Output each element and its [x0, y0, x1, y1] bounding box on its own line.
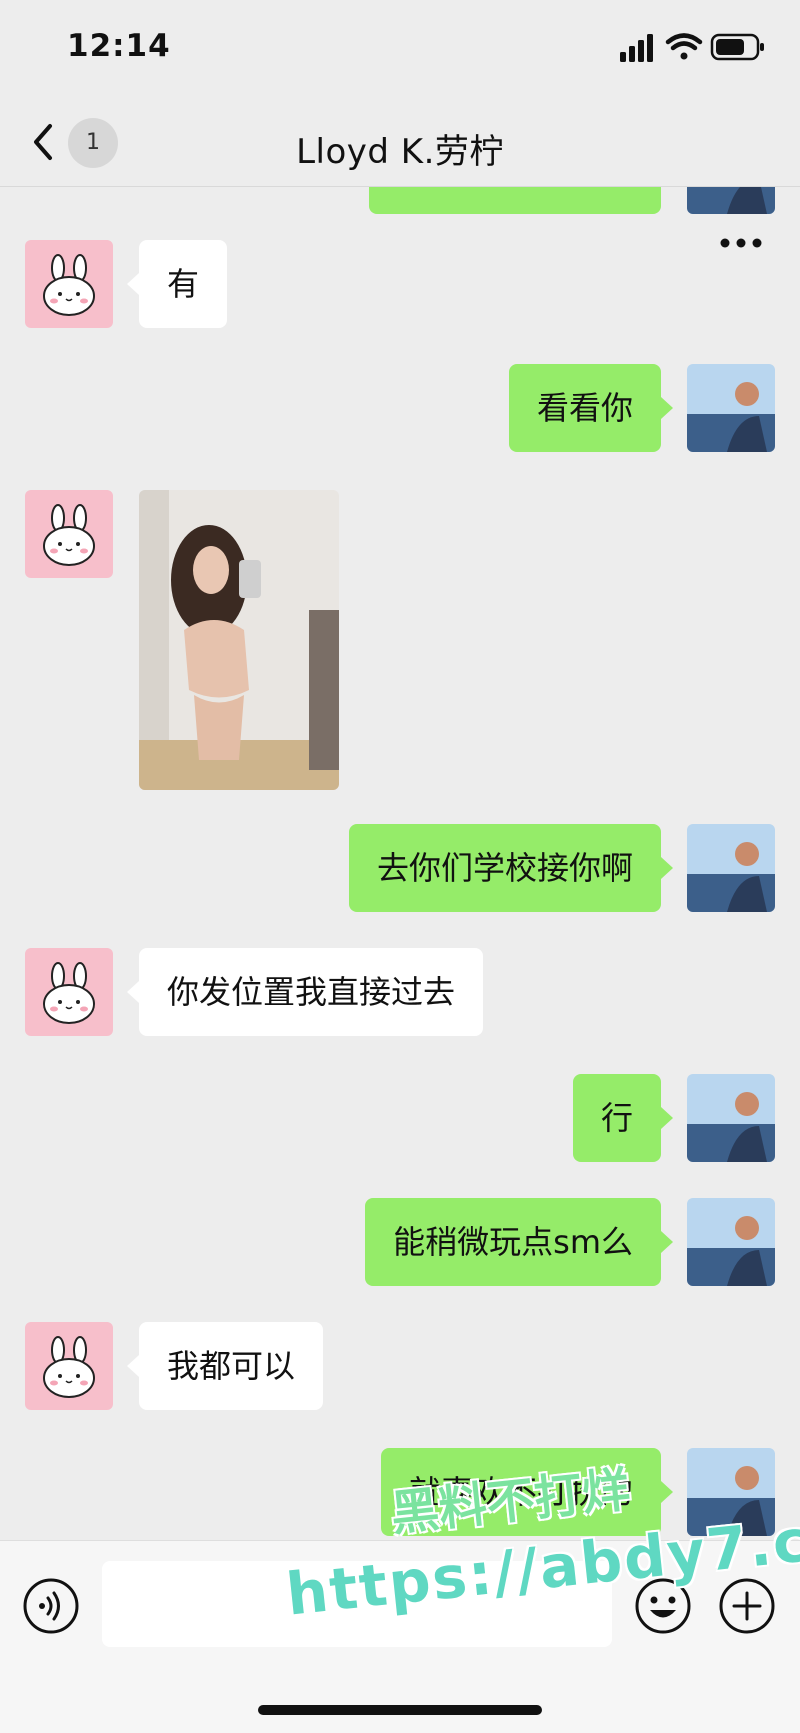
message-list[interactable]: 有 看看你 去你们学校接你啊 你发位置我直接过去 行 能稍微玩点sm么 我都可以…	[0, 186, 800, 1540]
unread-badge[interactable]: 1	[68, 118, 118, 168]
user-avatar[interactable]	[687, 364, 775, 452]
wifi-icon	[665, 33, 703, 60]
contact-avatar[interactable]	[25, 240, 113, 328]
contact-avatar[interactable]	[25, 948, 113, 1036]
more-options-icon[interactable]	[720, 238, 762, 248]
user-avatar-image	[687, 186, 775, 214]
message-bubble-in[interactable]: 有	[126, 240, 228, 328]
user-avatar[interactable]	[687, 1448, 775, 1536]
message-bubble-out[interactable]: 就喜欢不打扮的	[380, 1448, 674, 1536]
user-avatar-image	[687, 1198, 775, 1286]
contact-avatar[interactable]	[25, 1322, 113, 1410]
bunny-avatar-icon	[25, 240, 113, 328]
message-bubble-out[interactable]: 行	[572, 1074, 674, 1162]
status-bar: 12:14	[0, 0, 800, 100]
user-avatar-image	[687, 364, 775, 452]
status-time: 12:14	[67, 28, 171, 64]
voice-input-icon[interactable]	[22, 1577, 80, 1635]
user-avatar-image	[687, 824, 775, 912]
bunny-avatar-icon	[25, 948, 113, 1036]
user-avatar[interactable]	[687, 1198, 775, 1286]
status-icons	[620, 33, 764, 62]
message-input[interactable]	[102, 1561, 612, 1647]
bunny-avatar-icon	[25, 1322, 113, 1410]
message-bubble-in[interactable]: 你发位置我直接过去	[126, 948, 484, 1036]
emoji-icon[interactable]	[634, 1577, 692, 1635]
user-avatar-image	[687, 1074, 775, 1162]
message-bubble-out[interactable]: 去你们学校接你啊	[348, 824, 674, 912]
add-attachment-icon[interactable]	[718, 1577, 776, 1635]
message-bubble-out[interactable]: 能稍微玩点sm么	[365, 1198, 673, 1286]
composer-bar	[0, 1540, 800, 1733]
battery-icon	[710, 33, 764, 61]
photo-placeholder	[139, 490, 339, 790]
user-avatar[interactable]	[687, 186, 775, 214]
user-avatar[interactable]	[687, 1074, 775, 1162]
home-indicator	[258, 1705, 542, 1715]
message-bubble-out-partial[interactable]	[369, 186, 661, 214]
contact-avatar[interactable]	[25, 490, 113, 578]
cellular-signal-icon	[620, 34, 653, 62]
bunny-avatar-icon	[25, 490, 113, 578]
chat-title: Lloyd K.劳柠	[296, 132, 504, 172]
message-bubble-out[interactable]: 看看你	[508, 364, 674, 452]
user-avatar-image	[687, 1448, 775, 1536]
user-avatar[interactable]	[687, 824, 775, 912]
message-bubble-in[interactable]: 我都可以	[126, 1322, 324, 1410]
image-message[interactable]	[139, 490, 339, 790]
